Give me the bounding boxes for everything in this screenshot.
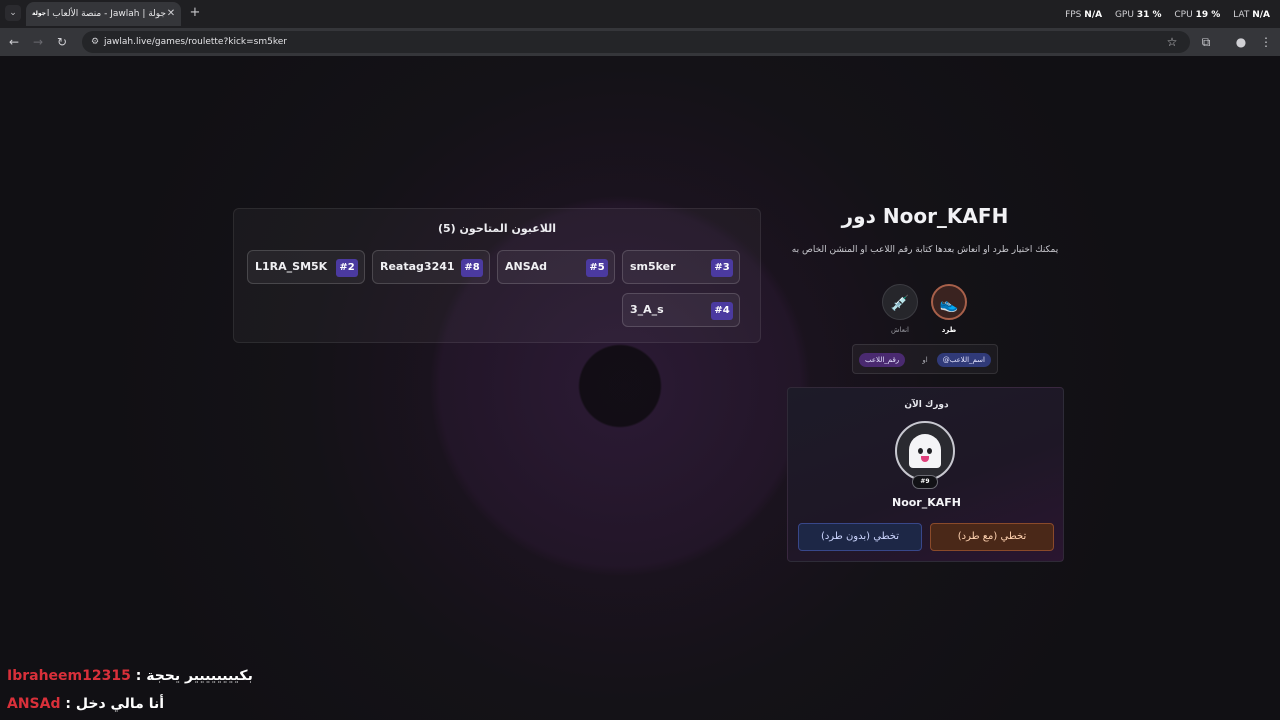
skip-with-kick-button[interactable]: تخطي (مع طرد) <box>930 523 1054 551</box>
revive-action-label: انعاش <box>891 326 909 334</box>
extensions-puzzle-icon[interactable]: ⧉ <box>1198 34 1214 50</box>
your-turn-label: دورك الآن <box>904 400 949 410</box>
chat-separator: : <box>130 668 147 684</box>
chat-separator: : <box>60 696 76 712</box>
perf-cpu-label: CPU <box>1174 10 1193 20</box>
chat-message: أنا مالي دخل : ANSAd <box>7 694 164 714</box>
player-number-badge: #2 <box>336 259 358 277</box>
player-card[interactable]: Reatag3241 #8 <box>372 250 490 284</box>
forward-arrow-icon[interactable]: → <box>30 34 46 50</box>
player-number-badge: #8 <box>461 259 483 277</box>
syringe-icon: 💉 <box>890 294 910 312</box>
kick-shoe-icon: 👟 <box>939 295 959 313</box>
player-name: sm5ker <box>630 260 676 273</box>
perf-gpu-label: GPU <box>1114 10 1134 20</box>
player-card[interactable]: ANSAd #5 <box>497 250 615 284</box>
player-number-badge: #4 <box>711 302 733 320</box>
chat-message: بكيييييييير يحجة : Ibraheem12315 <box>7 666 253 686</box>
kick-action-label: طرد <box>941 326 957 334</box>
browser-tabstrip: ⌄ جولة جولة | Jawlah - منصة الألعاب الـ … <box>0 0 1280 28</box>
tab-search-chevron-icon[interactable]: ⌄ <box>5 5 21 21</box>
back-arrow-icon[interactable]: ← <box>6 34 22 50</box>
site-favicon-icon: جولة <box>32 10 46 17</box>
chat-username: Ibraheem12315 <box>7 668 131 684</box>
player-number-badge: #3 <box>711 259 733 277</box>
ghost-avatar-icon <box>909 434 941 468</box>
performance-overlay: FPS N/A GPU 31 % CPU 19 % LAT N/A <box>1065 8 1270 22</box>
browser-menu-icon[interactable]: ⋮ <box>1258 34 1274 50</box>
input-hint-box: @اسم_اللاعب او رقم_اللاعب <box>852 344 998 374</box>
player-name: L1RA_SM5K <box>255 260 328 273</box>
or-text: او <box>922 356 928 364</box>
player-card[interactable]: sm5ker #3 <box>622 250 740 284</box>
player-name-chip: @اسم_اللاعب <box>936 353 991 367</box>
browser-tab-active[interactable]: جولة جولة | Jawlah - منصة الألعاب الـ ✕ <box>26 2 181 26</box>
player-number-chip: رقم_اللاعب <box>859 353 906 367</box>
ghost-eye <box>927 448 932 454</box>
player-number-badge: #5 <box>586 259 608 277</box>
players-panel-title: اللاعبون المتاحون (5) <box>437 222 557 235</box>
browser-toolbar: ← → ↻ ⚙ jawlah.live/games/roulette?kick=… <box>0 28 1280 56</box>
address-bar[interactable]: ⚙ jawlah.live/games/roulette?kick=sm5ker… <box>82 31 1190 53</box>
profile-avatar-icon[interactable]: ● <box>1233 34 1249 50</box>
player-card[interactable]: 3_A_s #4 <box>622 293 740 327</box>
site-info-icon[interactable]: ⚙ <box>88 35 102 49</box>
perf-fps-value: N/A <box>1084 10 1103 20</box>
turn-description: يمكنك اختيار طرد او انعاش بعدها كتابة رق… <box>791 245 1059 255</box>
player-card[interactable]: L1RA_SM5K #2 <box>247 250 365 284</box>
player-number-badge: #9 <box>912 475 938 489</box>
perf-lat-value: N/A <box>1252 10 1270 20</box>
chat-username: ANSAd <box>7 696 61 712</box>
available-players-panel: اللاعبون المتاحون (5) sm5ker #3 ANSAd #5… <box>233 208 761 343</box>
tab-close-icon[interactable]: ✕ <box>164 7 178 21</box>
ghost-eye <box>918 448 923 454</box>
player-avatar <box>895 421 955 481</box>
perf-gpu-value: 31 % <box>1136 10 1162 20</box>
perf-cpu-value: 19 % <box>1195 10 1221 20</box>
player-name: ANSAd <box>505 260 548 273</box>
url-text[interactable]: jawlah.live/games/roulette?kick=sm5ker <box>104 35 287 49</box>
new-tab-plus-icon[interactable]: + <box>188 5 202 21</box>
chat-message-text: بكيييييييير يحجة <box>146 668 253 684</box>
turn-title: دور Noor_KAFH <box>841 204 1009 228</box>
chat-message-text: أنا مالي دخل <box>75 696 165 712</box>
game-page: اللاعبون المتاحون (5) sm5ker #3 ANSAd #5… <box>0 56 1280 720</box>
player-name: 3_A_s <box>630 303 664 316</box>
current-turn-card: دورك الآن #9 Noor_KAFH تخطي (مع طرد) تخط… <box>787 387 1064 562</box>
player-name: Reatag3241 <box>380 260 455 273</box>
reload-icon[interactable]: ↻ <box>54 34 70 50</box>
current-player-name: Noor_KAFH <box>891 496 961 509</box>
tab-title: جولة | Jawlah - منصة الألعاب الـ <box>46 9 166 19</box>
perf-fps-label: FPS <box>1065 10 1082 20</box>
bookmark-star-icon[interactable]: ☆ <box>1164 34 1180 50</box>
revive-action-button[interactable]: 💉 <box>882 284 918 320</box>
kick-action-button[interactable]: 👟 <box>931 284 967 320</box>
skip-without-kick-button[interactable]: تخطي (بدون طرد) <box>798 523 922 551</box>
perf-lat-label: LAT <box>1233 10 1250 20</box>
ghost-mouth <box>921 456 929 462</box>
